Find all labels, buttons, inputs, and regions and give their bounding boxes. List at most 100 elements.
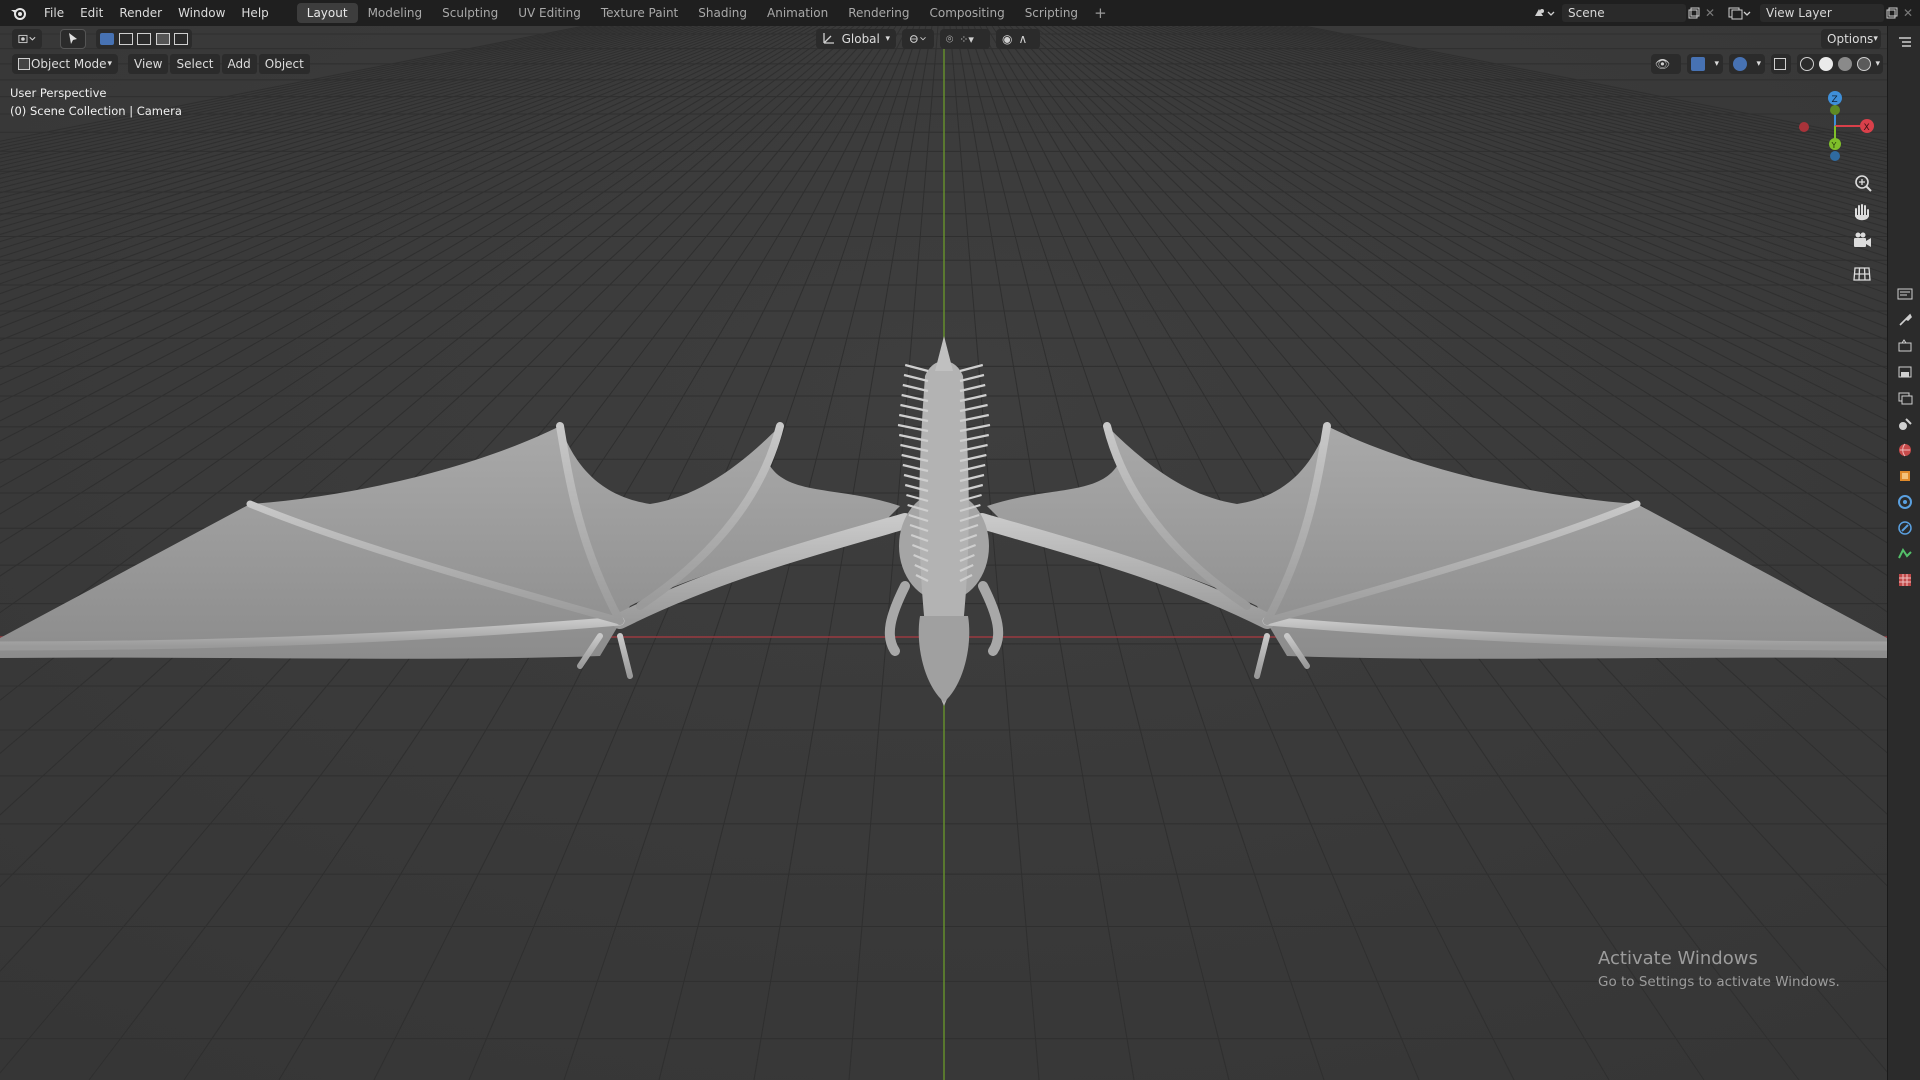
select-invert-icon[interactable] xyxy=(155,33,170,45)
eye-icon: 👁 xyxy=(1655,57,1671,71)
scene-selector-icon[interactable] xyxy=(1530,5,1558,21)
activate-windows-title: Activate Windows xyxy=(1598,948,1758,969)
perspective-label: User Perspective xyxy=(10,86,107,100)
overlays-toggle[interactable]: ▾ xyxy=(1729,54,1765,74)
viewport-header: Global ▾ ⌾ ⁘▾ ◉ ∧ Options ▾ Object Mode … xyxy=(0,26,1887,78)
snap-toggle-icon[interactable]: ⌾ xyxy=(946,32,953,47)
proportional-edit-group[interactable]: ◉ ∧ xyxy=(996,29,1040,49)
gizmo-toggle[interactable]: ▾ xyxy=(1687,54,1723,74)
new-view-layer-icon[interactable] xyxy=(1884,5,1900,21)
menu-window[interactable]: Window xyxy=(170,0,233,26)
rendered-shading-icon[interactable] xyxy=(1856,57,1871,71)
chevron-down-icon: ▾ xyxy=(885,34,890,44)
world-properties-icon[interactable] xyxy=(1895,440,1915,460)
scene-name-field[interactable]: Scene xyxy=(1562,4,1686,22)
blender-logo-icon[interactable] xyxy=(8,2,30,24)
menu-select[interactable]: Select xyxy=(170,54,220,74)
close-scene-icon[interactable]: ✕ xyxy=(1702,5,1718,21)
tab-compositing[interactable]: Compositing xyxy=(919,3,1014,23)
select-intersect-icon[interactable] xyxy=(174,33,188,45)
gizmo-neg-x[interactable] xyxy=(1799,122,1809,132)
tab-animation[interactable]: Animation xyxy=(757,3,838,23)
tab-texture-paint[interactable]: Texture Paint xyxy=(591,3,688,23)
chevron-down-icon: ▾ xyxy=(1714,59,1719,69)
select-subtract-icon[interactable] xyxy=(137,33,151,45)
transform-orientation-dropdown[interactable]: Global ▾ xyxy=(816,29,896,49)
object-mode-dropdown[interactable]: Object Mode ▾ xyxy=(12,54,118,74)
tab-scripting[interactable]: Scripting xyxy=(1015,3,1088,23)
solid-shading-icon[interactable] xyxy=(1818,57,1833,71)
tab-rendering[interactable]: Rendering xyxy=(838,3,919,23)
add-workspace-button[interactable]: + xyxy=(1088,4,1113,22)
menu-object[interactable]: Object xyxy=(258,54,310,74)
close-view-layer-icon[interactable]: ✕ xyxy=(1900,5,1916,21)
top-bar: File Edit Render Window Help Layout Mode… xyxy=(0,0,1920,26)
workspace-tabs: Layout Modeling Sculpting UV Editing Tex… xyxy=(296,2,1113,24)
tab-modeling[interactable]: Modeling xyxy=(358,3,433,23)
select-extend-icon[interactable] xyxy=(118,33,133,45)
shading-mode-group: ▾ xyxy=(1797,54,1883,74)
tool-properties-icon[interactable] xyxy=(1895,310,1915,330)
orientation-label: Global xyxy=(841,32,880,46)
tab-shading[interactable]: Shading xyxy=(688,3,757,23)
object-mode-label: Object Mode xyxy=(30,57,107,71)
menu-file[interactable]: File xyxy=(36,0,72,26)
gizmo-icon xyxy=(1691,57,1705,71)
overlays-icon xyxy=(1733,57,1747,71)
xray-icon xyxy=(1774,58,1786,70)
chevron-down-icon: ▾ xyxy=(1873,34,1878,44)
editor-type-button[interactable] xyxy=(12,29,42,49)
top-right-controls: Scene ✕ View Layer ✕ xyxy=(1530,0,1920,26)
modifier-properties-icon[interactable] xyxy=(1895,492,1915,512)
menu-edit[interactable]: Edit xyxy=(72,0,111,26)
scene-properties-icon[interactable] xyxy=(1895,414,1915,434)
orientation-icon xyxy=(822,31,836,48)
menu-view[interactable]: View xyxy=(128,54,169,74)
output-properties-icon[interactable] xyxy=(1895,362,1915,382)
tab-sculpting[interactable]: Sculpting xyxy=(432,3,508,23)
view-layer-name-field[interactable]: View Layer xyxy=(1760,4,1884,22)
texture-properties-icon[interactable] xyxy=(1895,570,1915,590)
chevron-down-icon: ▾ xyxy=(1756,59,1761,69)
gizmo-neg-z[interactable] xyxy=(1830,151,1840,161)
3d-viewport[interactable]: Z X Y Activate Windows Go to Settings to… xyxy=(0,26,1887,1080)
activate-windows-subtitle: Go to Settings to activate Windows. xyxy=(1598,974,1840,990)
material-shading-icon[interactable] xyxy=(1837,57,1852,71)
falloff-curve-icon[interactable]: ∧ xyxy=(1018,32,1027,46)
pivot-point-dropdown[interactable] xyxy=(902,29,934,49)
options-dropdown[interactable]: Options ▾ xyxy=(1821,29,1881,49)
scene-name: Scene xyxy=(1568,6,1605,20)
view-layer-name: View Layer xyxy=(1766,6,1832,20)
tab-uv-editing[interactable]: UV Editing xyxy=(508,3,591,23)
snap-grid-icon[interactable]: ⁘▾ xyxy=(959,33,974,46)
select-new-icon[interactable] xyxy=(100,33,114,45)
selection-mode-group xyxy=(96,29,192,49)
snapping-group[interactable]: ⌾ ⁘▾ xyxy=(940,29,990,49)
gizmo-neg-y[interactable] xyxy=(1830,105,1840,115)
view-layer-properties-icon[interactable] xyxy=(1895,388,1915,408)
view-layer-selector-icon[interactable] xyxy=(1722,5,1756,21)
tab-layout[interactable]: Layout xyxy=(296,3,358,23)
outliner-toggle-icon[interactable] xyxy=(1895,32,1915,52)
object-properties-icon[interactable] xyxy=(1895,466,1915,486)
object-data-properties-icon[interactable] xyxy=(1895,544,1915,564)
gizmo-x-label: X xyxy=(1864,123,1870,133)
gizmo-z-label: Z xyxy=(1832,95,1838,105)
new-scene-icon[interactable] xyxy=(1686,5,1702,21)
options-label: Options xyxy=(1827,32,1874,46)
proportional-edit-icon[interactable]: ◉ xyxy=(1002,32,1012,46)
properties-tab-column xyxy=(1887,26,1920,1080)
menu-help[interactable]: Help xyxy=(233,0,276,26)
physics-properties-icon[interactable] xyxy=(1895,518,1915,538)
xray-toggle[interactable] xyxy=(1771,54,1791,74)
collection-label: (0) Scene Collection | Camera xyxy=(10,104,182,118)
properties-editor-icon[interactable] xyxy=(1895,284,1915,304)
visibility-dropdown[interactable]: 👁 xyxy=(1651,54,1681,74)
menu-render[interactable]: Render xyxy=(111,0,170,26)
wireframe-shading-icon[interactable] xyxy=(1800,57,1814,71)
chevron-down-icon[interactable]: ▾ xyxy=(1875,59,1880,69)
render-properties-icon[interactable] xyxy=(1895,336,1915,356)
select-tool-button[interactable] xyxy=(60,29,86,49)
gizmo-y-label: Y xyxy=(1831,141,1837,150)
menu-add[interactable]: Add xyxy=(221,54,257,74)
